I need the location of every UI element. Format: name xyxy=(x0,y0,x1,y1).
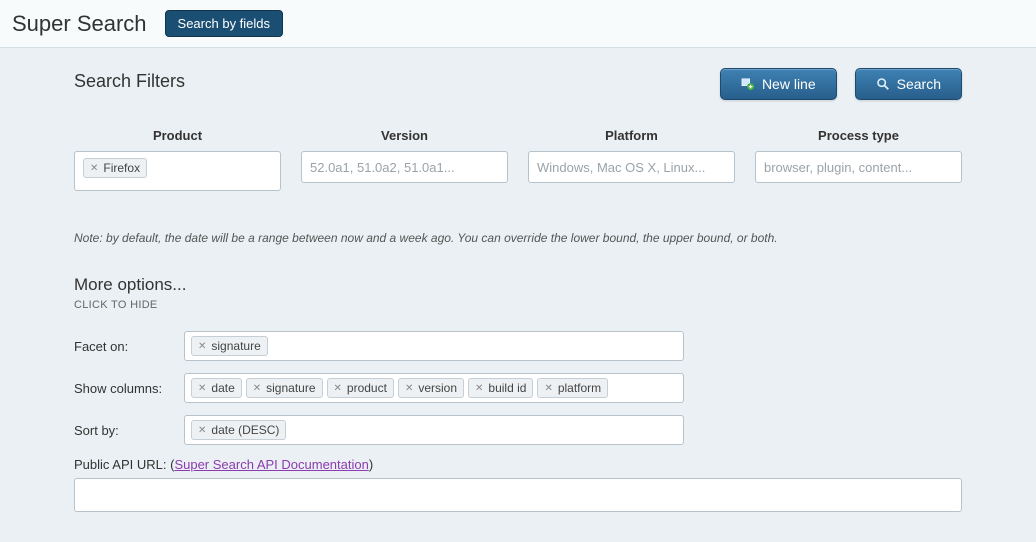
filters-grid: Product ✕ Firefox Version 52.0a1, 51.0a2… xyxy=(74,128,962,191)
api-doc-link[interactable]: Super Search API Documentation xyxy=(174,457,368,472)
content: Search Filters New line Search Product ✕ xyxy=(0,48,1036,542)
tag-label: product xyxy=(347,381,387,395)
filter-process-type: Process type browser, plugin, content... xyxy=(755,128,962,191)
sort-by-input[interactable]: ✕ date (DESC) xyxy=(184,415,684,445)
tag-signature[interactable]: ✕ signature xyxy=(191,336,268,356)
close-icon[interactable]: ✕ xyxy=(544,383,552,394)
filter-platform: Platform Windows, Mac OS X, Linux... xyxy=(528,128,735,191)
filter-label-version: Version xyxy=(301,128,508,143)
sort-by-label: Sort by: xyxy=(74,423,184,438)
tag-label: version xyxy=(418,381,457,395)
version-placeholder: 52.0a1, 51.0a2, 51.0a1... xyxy=(310,160,455,175)
sort-by-row: Sort by: ✕ date (DESC) xyxy=(74,415,962,445)
tag-product[interactable]: ✕ product xyxy=(327,378,394,398)
facet-label: Facet on: xyxy=(74,339,184,354)
action-buttons: New line Search xyxy=(720,68,962,100)
tag-label: signature xyxy=(211,339,260,353)
tag-label: Firefox xyxy=(103,161,140,175)
close-icon[interactable]: ✕ xyxy=(253,383,261,394)
show-columns-label: Show columns: xyxy=(74,381,184,396)
tag-date-desc[interactable]: ✕ date (DESC) xyxy=(191,420,286,440)
api-url-input[interactable] xyxy=(74,478,962,512)
filters-header: Search Filters New line Search xyxy=(74,62,962,100)
click-to-hide[interactable]: CLICK TO HIDE xyxy=(74,299,962,311)
filter-product: Product ✕ Firefox xyxy=(74,128,281,191)
search-button[interactable]: Search xyxy=(855,68,962,100)
close-icon[interactable]: ✕ xyxy=(198,383,206,394)
page-title: Super Search xyxy=(12,11,147,37)
tag-platform[interactable]: ✕ platform xyxy=(537,378,608,398)
tag-label: platform xyxy=(558,381,601,395)
facet-row: Facet on: ✕ signature xyxy=(74,331,962,361)
tab-search-by-fields[interactable]: Search by fields xyxy=(165,10,284,37)
tag-firefox[interactable]: ✕ Firefox xyxy=(83,158,147,178)
close-icon[interactable]: ✕ xyxy=(90,163,98,174)
filter-label-product: Product xyxy=(74,128,281,143)
new-line-icon xyxy=(741,77,755,91)
close-icon[interactable]: ✕ xyxy=(475,383,483,394)
tag-label: date xyxy=(211,381,234,395)
tag-label: signature xyxy=(266,381,315,395)
tag-signature2[interactable]: ✕ signature xyxy=(246,378,323,398)
process-type-input[interactable]: browser, plugin, content... xyxy=(755,151,962,183)
version-input[interactable]: 52.0a1, 51.0a2, 51.0a1... xyxy=(301,151,508,183)
close-icon[interactable]: ✕ xyxy=(405,383,413,394)
more-options-title[interactable]: More options... xyxy=(74,275,962,295)
search-icon xyxy=(876,77,890,91)
search-label: Search xyxy=(897,76,941,92)
api-label: Public API URL: ( xyxy=(74,457,174,472)
filter-version: Version 52.0a1, 51.0a2, 51.0a1... xyxy=(301,128,508,191)
api-row: Public API URL: (Super Search API Docume… xyxy=(74,457,962,472)
close-icon[interactable]: ✕ xyxy=(334,383,342,394)
process-type-placeholder: browser, plugin, content... xyxy=(764,160,912,175)
show-columns-row: Show columns: ✕ date ✕ signature ✕ product … xyxy=(74,373,962,403)
api-close: ) xyxy=(369,457,373,472)
new-line-label: New line xyxy=(762,76,816,92)
new-line-button[interactable]: New line xyxy=(720,68,837,100)
tag-build-id[interactable]: ✕ build id xyxy=(468,378,533,398)
show-columns-input[interactable]: ✕ date ✕ signature ✕ product ✕ version ✕ buil… xyxy=(184,373,684,403)
filters-title: Search Filters xyxy=(74,71,185,92)
tag-label: date (DESC) xyxy=(211,423,279,437)
product-input[interactable]: ✕ Firefox xyxy=(74,151,281,191)
facet-input[interactable]: ✕ signature xyxy=(184,331,684,361)
filter-label-process-type: Process type xyxy=(755,128,962,143)
platform-placeholder: Windows, Mac OS X, Linux... xyxy=(537,160,705,175)
tag-date[interactable]: ✕ date xyxy=(191,378,242,398)
note-text: Note: by default, the date will be a ran… xyxy=(74,231,962,245)
tag-label: build id xyxy=(488,381,526,395)
platform-input[interactable]: Windows, Mac OS X, Linux... xyxy=(528,151,735,183)
top-bar: Super Search Search by fields xyxy=(0,0,1036,48)
close-icon[interactable]: ✕ xyxy=(198,425,206,436)
close-icon[interactable]: ✕ xyxy=(198,341,206,352)
tag-version[interactable]: ✕ version xyxy=(398,378,464,398)
filter-label-platform: Platform xyxy=(528,128,735,143)
